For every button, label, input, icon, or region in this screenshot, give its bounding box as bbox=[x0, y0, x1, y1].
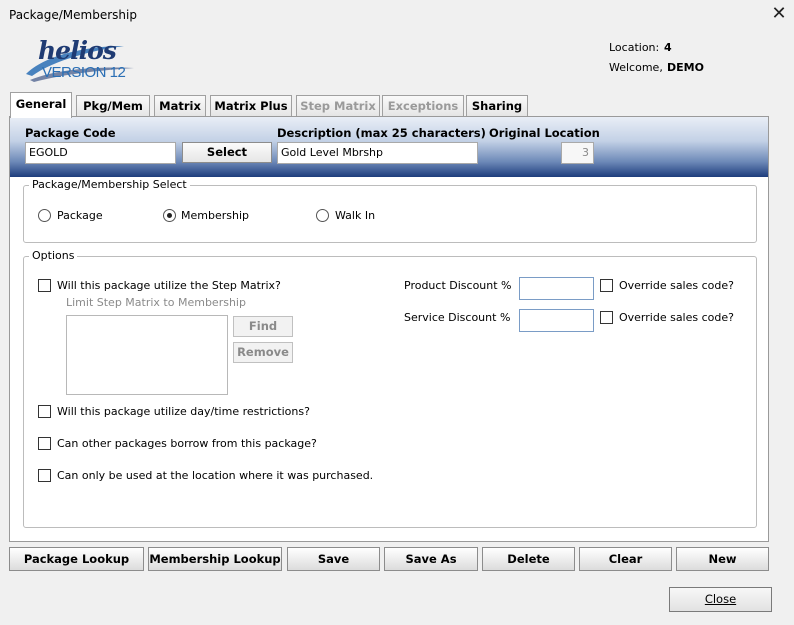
location-only-checkbox[interactable] bbox=[38, 469, 51, 482]
description-input[interactable]: Gold Level Mbrshp bbox=[277, 142, 478, 164]
welcome-user: DEMO bbox=[667, 61, 704, 74]
borrow-checkbox[interactable] bbox=[38, 437, 51, 450]
save-as-button[interactable]: Save As bbox=[384, 547, 478, 571]
borrow-label[interactable]: Can other packages borrow from this pack… bbox=[57, 437, 317, 450]
original-location-label: Original Location bbox=[489, 126, 600, 140]
service-override-label[interactable]: Override sales code? bbox=[619, 311, 734, 324]
radio-membership-label[interactable]: Membership bbox=[181, 209, 249, 222]
remove-button: Remove bbox=[233, 342, 293, 363]
step-matrix-checkbox[interactable] bbox=[38, 279, 51, 292]
logo-version-text: VERSION 12 bbox=[42, 64, 126, 81]
service-discount-input[interactable] bbox=[519, 309, 594, 332]
tab-sharing[interactable]: Sharing bbox=[466, 95, 528, 117]
save-button[interactable]: Save bbox=[287, 547, 380, 571]
radio-walk-in[interactable] bbox=[316, 209, 329, 222]
window-title: Package/Membership bbox=[9, 8, 137, 22]
tab-general[interactable]: General bbox=[10, 92, 72, 118]
tab-exceptions: Exceptions bbox=[382, 95, 464, 117]
tab-matrix-plus[interactable]: Matrix Plus bbox=[210, 95, 292, 117]
limit-step-matrix-label: Limit Step Matrix to Membership bbox=[66, 296, 246, 309]
clear-button[interactable]: Clear bbox=[579, 547, 672, 571]
service-override-checkbox[interactable] bbox=[600, 311, 613, 324]
radio-package[interactable] bbox=[38, 209, 51, 222]
product-discount-input[interactable] bbox=[519, 277, 594, 300]
product-override-checkbox[interactable] bbox=[600, 279, 613, 292]
day-time-restrictions-label[interactable]: Will this package utilize day/time restr… bbox=[57, 405, 310, 418]
service-discount-label: Service Discount % bbox=[404, 311, 511, 324]
delete-button[interactable]: Delete bbox=[482, 547, 575, 571]
location-label: Location: bbox=[609, 41, 660, 54]
product-override-label[interactable]: Override sales code? bbox=[619, 279, 734, 292]
new-button[interactable]: New bbox=[676, 547, 769, 571]
tab-pkg-mem[interactable]: Pkg/Mem bbox=[76, 95, 150, 117]
package-code-input[interactable]: EGOLD bbox=[25, 142, 176, 164]
helios-logo: helios VERSION 12 bbox=[24, 36, 144, 86]
radio-membership[interactable] bbox=[163, 209, 176, 222]
select-button[interactable]: Select bbox=[182, 142, 272, 163]
welcome-label: Welcome, bbox=[609, 61, 663, 74]
logo-brand-text: helios bbox=[38, 36, 117, 65]
radio-walk-in-label[interactable]: Walk In bbox=[335, 209, 375, 222]
step-matrix-membership-list bbox=[66, 315, 228, 395]
close-button[interactable]: Close bbox=[669, 587, 772, 612]
description-label: Description (max 25 characters) bbox=[277, 126, 486, 140]
radio-package-label[interactable]: Package bbox=[57, 209, 103, 222]
membership-lookup-button[interactable]: Membership Lookup bbox=[148, 547, 282, 571]
options-group-title: Options bbox=[29, 249, 78, 262]
package-membership-select-group bbox=[23, 185, 757, 243]
location-value: 4 bbox=[664, 41, 672, 54]
package-lookup-button[interactable]: Package Lookup bbox=[9, 547, 144, 571]
tab-step-matrix: Step Matrix bbox=[296, 95, 380, 117]
location-only-label[interactable]: Can only be used at the location where i… bbox=[57, 469, 373, 482]
step-matrix-label[interactable]: Will this package utilize the Step Matri… bbox=[57, 279, 281, 292]
tab-matrix[interactable]: Matrix bbox=[154, 95, 206, 117]
product-discount-label: Product Discount % bbox=[404, 279, 512, 292]
package-code-label: Package Code bbox=[25, 126, 116, 140]
package-membership-select-title: Package/Membership Select bbox=[29, 178, 190, 191]
original-location-field: 3 bbox=[561, 142, 594, 164]
window-close-icon[interactable]: ✕ bbox=[770, 4, 788, 24]
find-button: Find bbox=[233, 316, 293, 337]
day-time-restrictions-checkbox[interactable] bbox=[38, 405, 51, 418]
